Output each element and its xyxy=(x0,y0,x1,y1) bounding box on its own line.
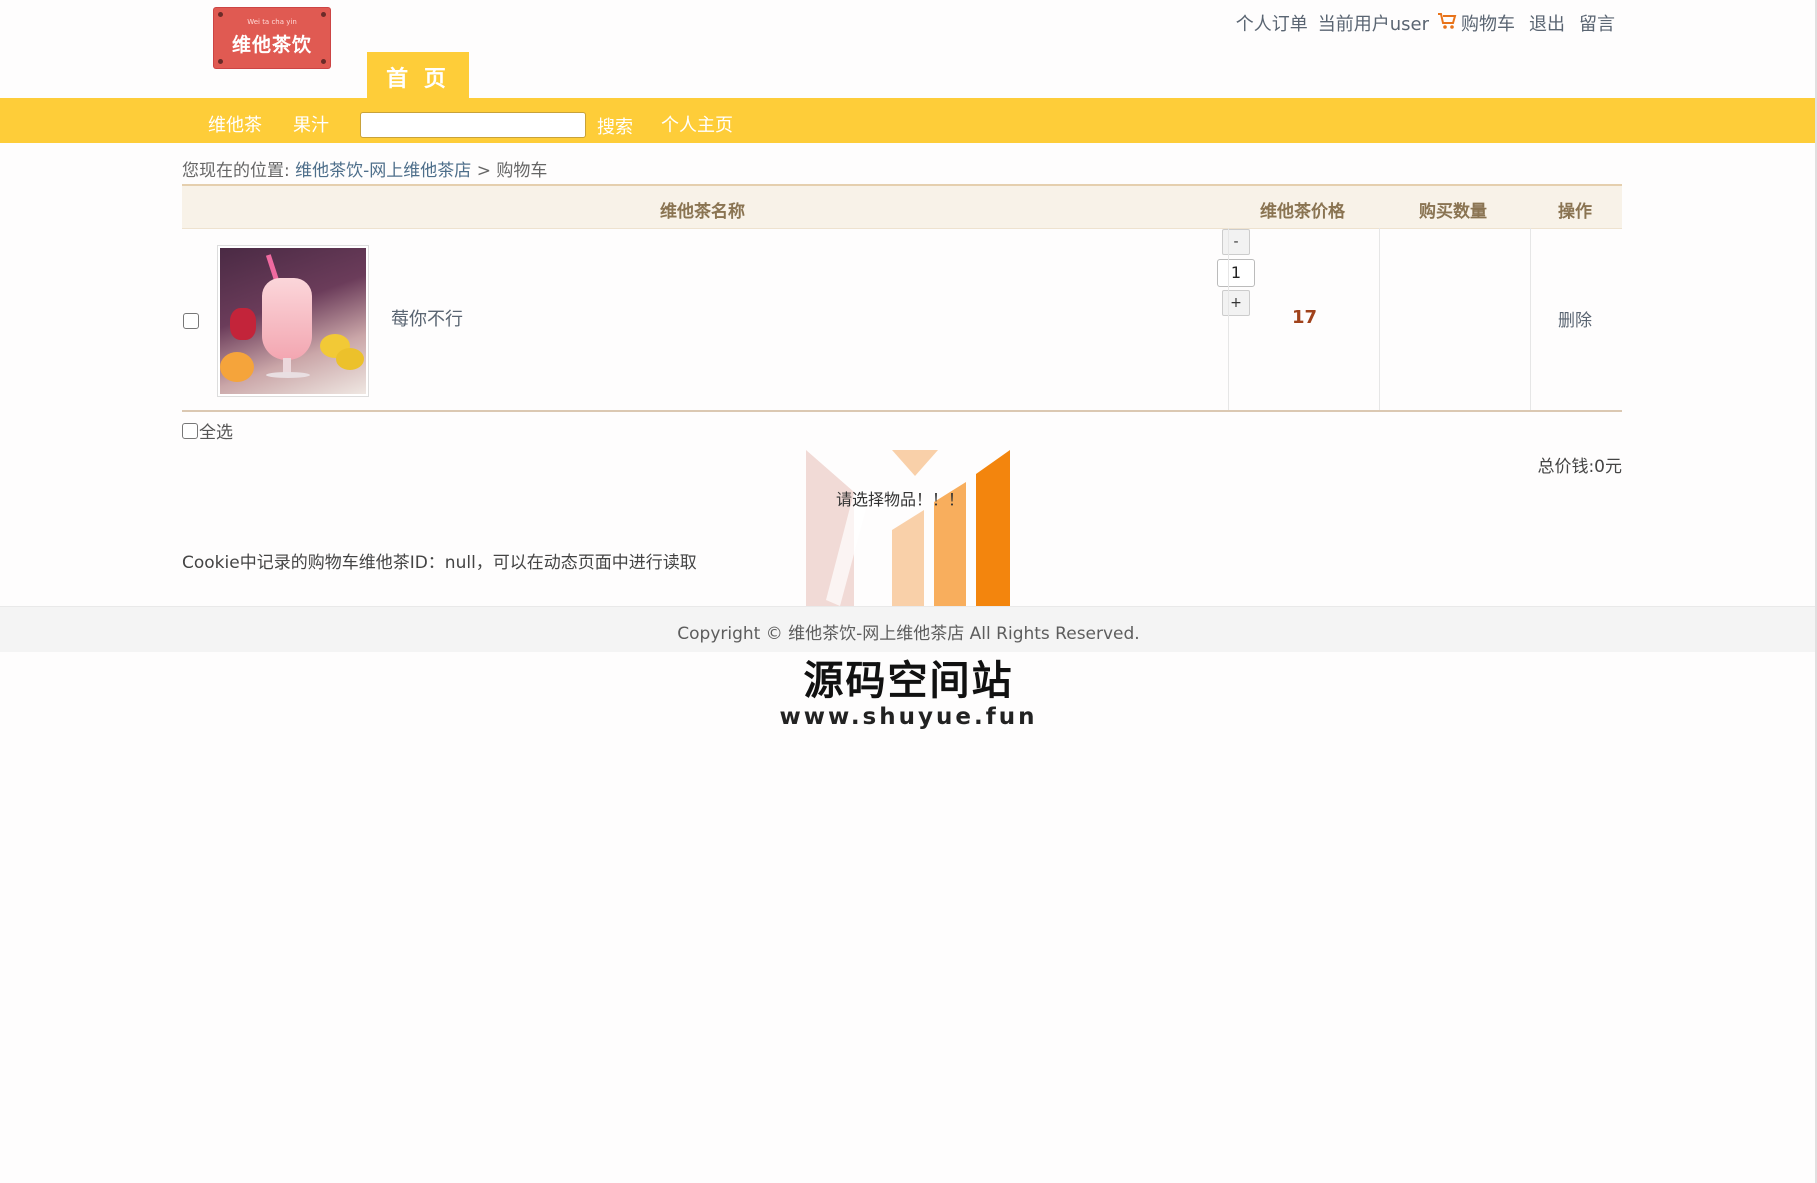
tab-home[interactable]: 首 页 xyxy=(367,52,469,100)
cart-table-header: 维他茶名称 维他茶价格 购买数量 操作 xyxy=(182,184,1622,229)
copyright: Copyright © 维他茶饮-网上维他茶店 All Rights Reser… xyxy=(677,624,1140,644)
watermark-logo xyxy=(806,450,1010,618)
orders-link[interactable]: 个人订单 xyxy=(1236,10,1308,36)
logo-text: 维他茶饮 xyxy=(231,34,312,56)
select-all: 全选 xyxy=(182,418,233,443)
cart-link[interactable]: 购物车 xyxy=(1461,10,1515,36)
product-name[interactable]: 莓你不行 xyxy=(391,305,463,331)
quantity-minus-button[interactable]: - xyxy=(1222,229,1250,255)
breadcrumb-prefix: 您现在的位置: xyxy=(182,161,290,181)
item-checkbox[interactable] xyxy=(183,313,199,329)
nav-profile[interactable]: 个人主页 xyxy=(661,111,733,137)
nav-bar xyxy=(0,98,1817,143)
delete-link[interactable]: 删除 xyxy=(1558,306,1592,331)
breadcrumb-current: 购物车 xyxy=(496,161,548,181)
column-action: 操作 xyxy=(1558,202,1592,222)
current-user-label: 当前用户user xyxy=(1317,14,1429,35)
nav-tea[interactable]: 维他茶 xyxy=(208,111,262,137)
cart-icon[interactable] xyxy=(1437,11,1457,35)
logo-subtext: Wei ta cha yin xyxy=(247,18,297,26)
nav-juice[interactable]: 果汁 xyxy=(293,111,329,137)
top-links: 个人订单 当前用户user 购物车 退出 留言 xyxy=(1226,10,1615,36)
select-all-checkbox[interactable] xyxy=(182,422,198,439)
breadcrumb-separator: > xyxy=(476,161,491,181)
watermark-url: www.shuyue.fun xyxy=(779,704,1038,730)
site-logo[interactable]: Wei ta cha yin 维他茶饮 xyxy=(214,8,330,68)
column-quantity: 购买数量 xyxy=(1419,202,1487,222)
select-all-label[interactable]: 全选 xyxy=(199,418,233,443)
watermark-title: 源码空间站 xyxy=(803,658,1014,704)
logout-link[interactable]: 退出 xyxy=(1529,10,1565,36)
breadcrumb: 您现在的位置: 维他茶饮-网上维他茶店 > 购物车 xyxy=(182,156,547,181)
product-image xyxy=(217,245,369,397)
product-price: 17 xyxy=(1292,307,1318,328)
column-price: 维他茶价格 xyxy=(1260,202,1345,222)
alert-message: 请选择物品！！！ xyxy=(836,490,965,509)
table-row: 莓你不行 17 - 1 + 删除 xyxy=(182,228,1622,412)
quantity-input[interactable]: 1 xyxy=(1217,259,1255,287)
search-input[interactable] xyxy=(360,112,586,138)
message-link[interactable]: 留言 xyxy=(1579,10,1615,36)
cookie-note: Cookie中记录的购物车维他茶ID：null，可以在动态页面中进行读取 xyxy=(182,553,697,573)
quantity-plus-button[interactable]: + xyxy=(1222,290,1250,316)
total-price: 总价钱:0元 xyxy=(1537,457,1622,477)
column-name: 维他茶名称 xyxy=(660,202,745,222)
search-button[interactable]: 搜索 xyxy=(597,113,633,139)
breadcrumb-site-link[interactable]: 维他茶饮-网上维他茶店 xyxy=(295,161,471,181)
